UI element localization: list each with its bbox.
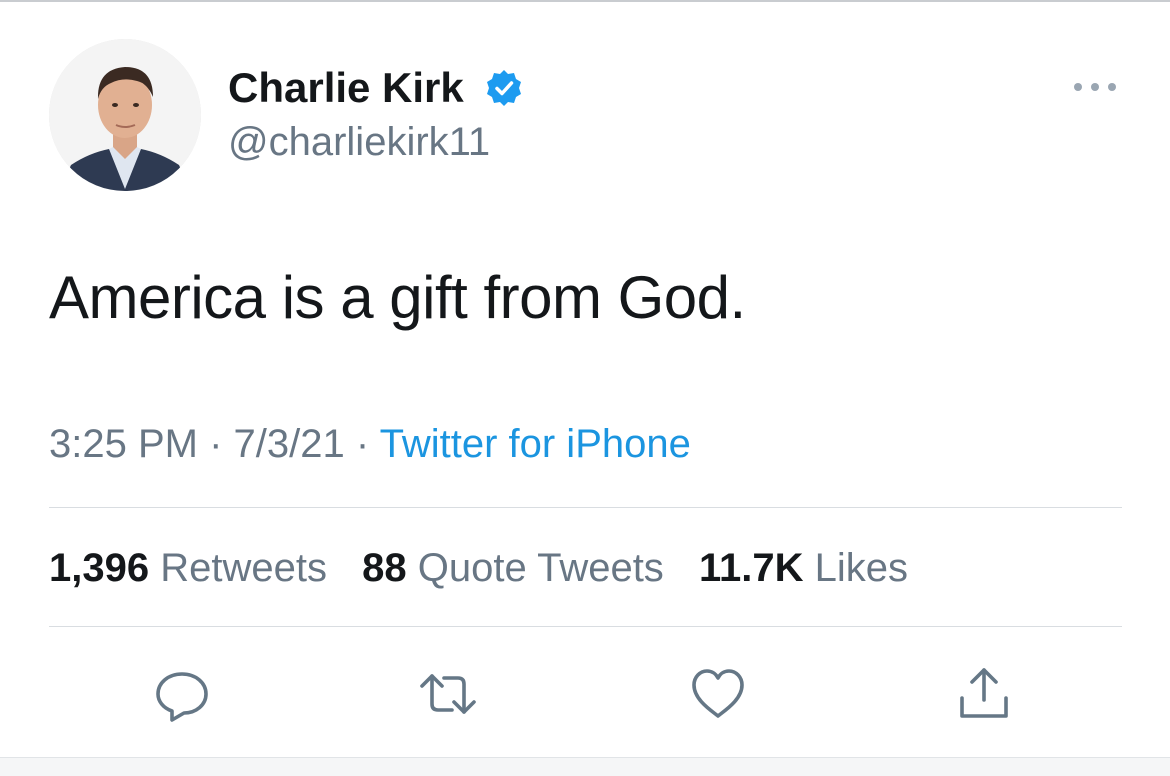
likes-stat[interactable]: 11.7K Likes (699, 545, 908, 591)
likes-count: 11.7K (698, 546, 804, 590)
tweet-text: America is a gift from God. (49, 264, 746, 331)
verified-badge-icon (487, 70, 521, 106)
retweet-icon[interactable] (418, 664, 478, 724)
divider (49, 507, 1122, 508)
quote-tweets-label: Quote Tweets (417, 546, 664, 590)
likes-label: Likes (814, 546, 908, 590)
tweet-date[interactable]: 7/3/21 (234, 422, 345, 466)
user-handle[interactable]: @charliekirk11 (228, 119, 490, 165)
tweet-time[interactable]: 3:25 PM (49, 422, 198, 466)
meta-separator: · (355, 422, 370, 466)
like-icon[interactable] (688, 664, 748, 724)
quote-tweets-count: 88 (362, 546, 407, 590)
retweets-count: 1,396 (49, 546, 150, 590)
top-divider (0, 0, 1170, 2)
divider (49, 626, 1122, 627)
profile-photo (49, 39, 201, 191)
tweet-source-link[interactable]: Twitter for iPhone (380, 422, 691, 466)
avatar[interactable] (49, 39, 201, 191)
display-name[interactable]: Charlie Kirk (228, 64, 464, 112)
tweet-meta: 3:25 PM · 7/3/21 · Twitter for iPhone (49, 421, 691, 467)
retweets-label: Retweets (160, 546, 327, 590)
more-options-icon[interactable] (1070, 76, 1120, 98)
reply-icon[interactable] (152, 664, 212, 724)
meta-separator: · (209, 422, 223, 466)
share-icon[interactable] (954, 664, 1014, 724)
quote-tweets-stat[interactable]: 88 Quote Tweets (362, 545, 664, 591)
engagement-stats: 1,396 Retweets 88 Quote Tweets 11.7K Lik… (49, 545, 932, 591)
retweets-stat[interactable]: 1,396 Retweets (49, 545, 327, 591)
bottom-strip (0, 757, 1170, 776)
